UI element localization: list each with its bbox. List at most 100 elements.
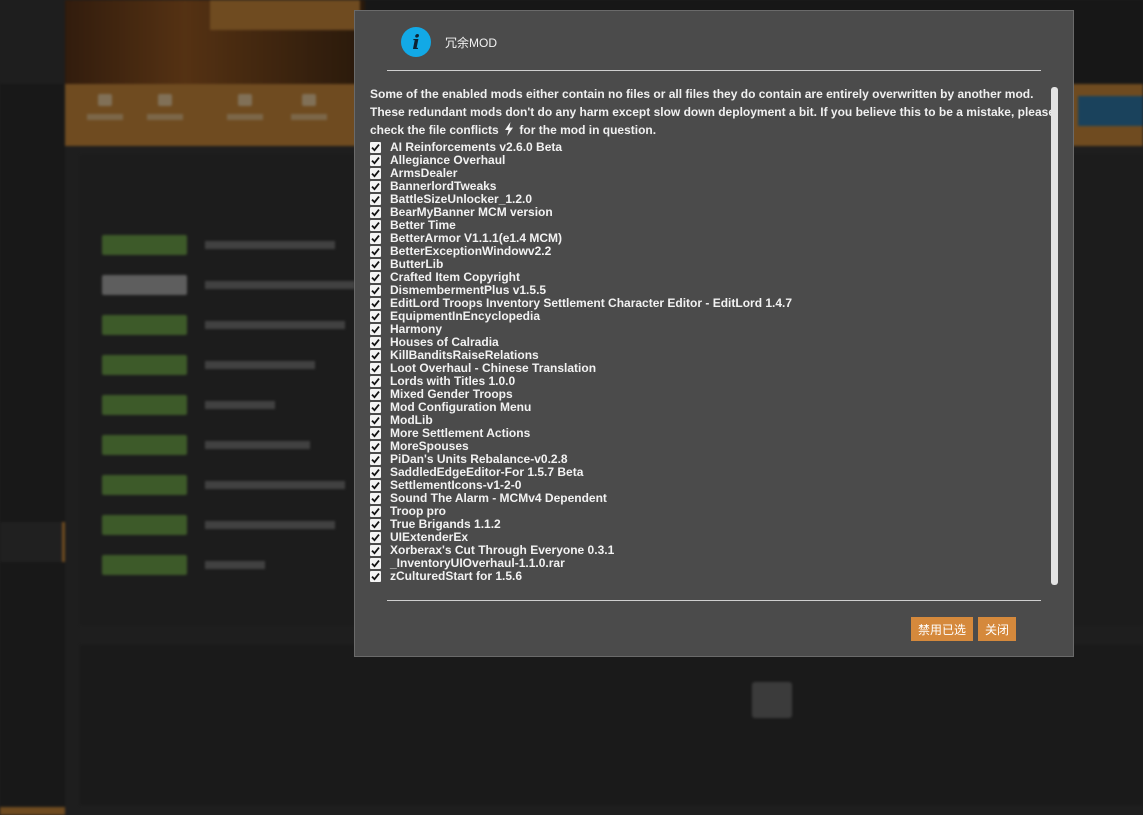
- mod-checkbox[interactable]: [370, 571, 381, 582]
- mod-checkbox[interactable]: [370, 207, 381, 218]
- mod-checkbox[interactable]: [370, 558, 381, 569]
- row-text: [205, 321, 345, 329]
- mod-checkbox[interactable]: [370, 363, 381, 374]
- mod-checkbox[interactable]: [370, 493, 381, 504]
- disable-selected-button[interactable]: 禁用已选: [911, 617, 973, 641]
- row-text: [205, 361, 315, 369]
- checkmark-icon: [371, 313, 380, 321]
- checkmark-icon: [371, 560, 380, 568]
- header-divider: [387, 70, 1041, 71]
- checkmark-icon: [371, 209, 380, 217]
- list-item: BetterExceptionWindowv2.2: [370, 245, 1050, 258]
- mod-checkbox[interactable]: [370, 441, 381, 452]
- primary-action: [1078, 96, 1143, 126]
- mod-checkbox[interactable]: [370, 324, 381, 335]
- game-banner: [65, 0, 365, 84]
- checkmark-icon: [371, 157, 380, 165]
- checkmark-icon: [371, 443, 380, 451]
- folder-icon: [752, 682, 792, 718]
- list-item: Sound The Alarm - MCMv4 Dependent: [370, 492, 1050, 505]
- mod-checkbox[interactable]: [370, 545, 381, 556]
- mod-checkbox[interactable]: [370, 350, 381, 361]
- checkmark-icon: [371, 495, 380, 503]
- sidebar-active-item: [0, 522, 65, 562]
- mod-checkbox[interactable]: [370, 181, 381, 192]
- row-text: [205, 281, 355, 289]
- list-item: True Brigands 1.1.2: [370, 518, 1050, 531]
- redundant-mods-dialog: i 冗余MOD Some of the enabled mods either …: [354, 10, 1074, 657]
- row-text: [205, 441, 310, 449]
- list-item: Allegiance Overhaul: [370, 154, 1050, 167]
- checkmark-icon: [371, 261, 380, 269]
- status-badge: [102, 475, 187, 495]
- mod-checkbox[interactable]: [370, 337, 381, 348]
- toolbar-button: [223, 94, 267, 138]
- mod-checkbox[interactable]: [370, 259, 381, 270]
- mod-checkbox[interactable]: [370, 402, 381, 413]
- checkmark-icon: [371, 235, 380, 243]
- status-badge: [102, 395, 187, 415]
- mod-checkbox[interactable]: [370, 285, 381, 296]
- checkmark-icon: [371, 391, 380, 399]
- mod-checkbox[interactable]: [370, 298, 381, 309]
- checkmark-icon: [371, 378, 380, 386]
- mod-label: zCulturedStart for 1.5.6: [390, 569, 523, 583]
- dialog-title: 冗余MOD: [445, 35, 497, 50]
- checkmark-icon: [371, 521, 380, 529]
- message-text-end: for the mod in question.: [519, 123, 657, 137]
- mod-checkbox[interactable]: [370, 376, 381, 387]
- mod-checkbox[interactable]: [370, 233, 381, 244]
- row-text: [205, 401, 275, 409]
- sidebar-footer: [0, 807, 65, 815]
- mod-checkbox[interactable]: [370, 155, 381, 166]
- mod-checkbox[interactable]: [370, 415, 381, 426]
- drop-zone: [80, 645, 1143, 805]
- list-item: Mod Configuration Menu: [370, 401, 1050, 414]
- mod-checkbox[interactable]: [370, 480, 381, 491]
- checkmark-icon: [371, 430, 380, 438]
- mod-checkbox[interactable]: [370, 519, 381, 530]
- checkmark-icon: [371, 339, 380, 347]
- mod-list: AI Reinforcements v2.6.0 Beta Allegiance …: [370, 141, 1050, 583]
- footer-divider: [387, 600, 1041, 601]
- mod-checkbox[interactable]: [370, 506, 381, 517]
- mod-checkbox[interactable]: [370, 467, 381, 478]
- toolbar-button: [287, 94, 331, 138]
- mod-checkbox[interactable]: [370, 142, 381, 153]
- mod-checkbox[interactable]: [370, 311, 381, 322]
- sidebar: [0, 84, 65, 815]
- mod-checkbox[interactable]: [370, 454, 381, 465]
- status-badge: [102, 435, 187, 455]
- checkmark-icon: [371, 547, 380, 555]
- mod-checkbox[interactable]: [370, 532, 381, 543]
- mod-checkbox[interactable]: [370, 272, 381, 283]
- list-item: EquipmentInEncyclopedia: [370, 310, 1050, 323]
- mod-checkbox[interactable]: [370, 428, 381, 439]
- mod-checkbox[interactable]: [370, 246, 381, 257]
- mod-checkbox[interactable]: [370, 168, 381, 179]
- close-button[interactable]: 关闭: [978, 617, 1016, 641]
- checkmark-icon: [371, 144, 380, 152]
- row-text: [205, 481, 345, 489]
- checkmark-icon: [371, 404, 380, 412]
- mod-checkbox[interactable]: [370, 220, 381, 231]
- checkmark-icon: [371, 222, 380, 230]
- dialog-message: Some of the enabled mods either contain …: [370, 85, 1055, 139]
- status-badge: [102, 515, 187, 535]
- checkmark-icon: [371, 456, 380, 464]
- checkmark-icon: [371, 326, 380, 334]
- message-text: Some of the enabled mods either contain …: [370, 87, 1055, 137]
- status-badge: [102, 235, 187, 255]
- scrollbar[interactable]: [1051, 87, 1058, 585]
- status-badge: [102, 355, 187, 375]
- lightning-bolt-icon[interactable]: [504, 122, 514, 136]
- checkmark-icon: [371, 534, 380, 542]
- status-badge: [102, 275, 187, 295]
- mod-checkbox[interactable]: [370, 389, 381, 400]
- checkmark-icon: [371, 170, 380, 178]
- checkmark-icon: [371, 417, 380, 425]
- checkmark-icon: [371, 352, 380, 360]
- row-text: [205, 561, 265, 569]
- mod-checkbox[interactable]: [370, 194, 381, 205]
- checkmark-icon: [371, 183, 380, 191]
